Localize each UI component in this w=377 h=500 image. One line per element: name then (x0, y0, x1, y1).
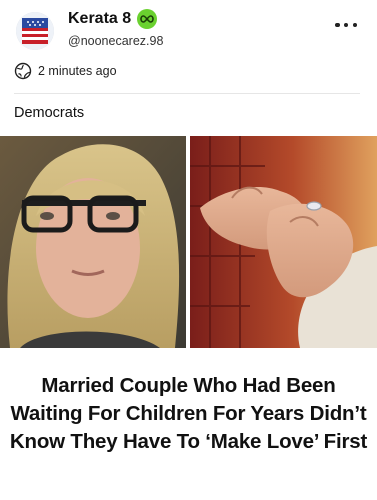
avatar-image (16, 12, 54, 50)
post-meta: 2 minutes ago (14, 62, 117, 80)
topic-label[interactable]: Democrats (14, 105, 84, 121)
post-image[interactable] (0, 136, 377, 348)
author-name[interactable]: Kerata 8 (68, 10, 131, 28)
more-options-icon[interactable] (335, 18, 357, 32)
globe-clock-icon (14, 62, 32, 80)
author-handle[interactable]: @noonecarez.98 (68, 34, 163, 48)
avatar[interactable] (16, 12, 54, 50)
divider (14, 93, 360, 94)
post-photo (0, 136, 377, 348)
post-headline[interactable]: Married Couple Who Had Been Waiting For … (0, 372, 377, 456)
post-header: Kerata 8 @noonecarez.98 (0, 0, 377, 60)
infinity-badge-icon (137, 9, 157, 29)
timestamp: 2 minutes ago (38, 64, 117, 78)
